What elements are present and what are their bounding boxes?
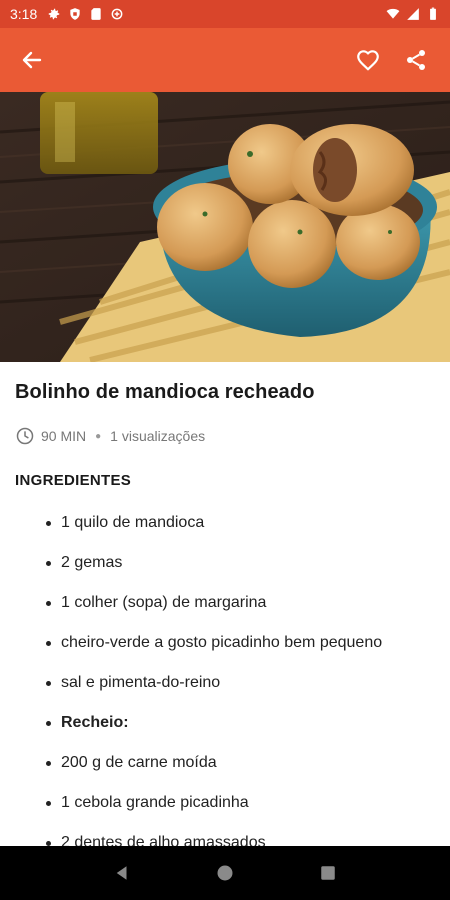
system-status-icons [386,7,440,21]
prep-time: 90 MIN [41,428,87,444]
nav-home-icon[interactable] [216,864,234,882]
list-item: sal e pimenta-do-reino [15,663,435,703]
list-item: cheiro-verde a gosto picadinho bem peque… [15,623,435,663]
ingredients-heading: INGREDIENTES [15,472,132,489]
list-item: 1 colher (sopa) de margarina [15,583,435,623]
status-bar: 3:18 [0,0,450,28]
notification-icons [47,7,124,21]
recipe-content: Bolinho de mandioca recheado 90 MIN ● 1 … [0,362,450,846]
list-item-heading: Recheio: [15,703,435,743]
recipe-photo-illustration [0,92,450,362]
shield-icon [70,8,80,20]
back-button[interactable] [8,36,56,84]
arrow-left-icon [22,51,42,69]
heart-outline-icon [357,50,379,71]
list-item: 2 gemas [15,543,435,583]
view-count: 1 visualizações [110,428,206,444]
list-item: 200 g de carne moída [15,743,435,783]
meta-separator: ● [95,430,102,442]
settings-icon [49,8,60,20]
share-icon [407,50,425,70]
sd-card-icon [91,8,101,20]
system-nav-bar [0,846,450,900]
list-item: 2 dentes de alho amassados [15,823,435,846]
list-item: 1 cebola grande picadinha [15,783,435,823]
recipe-title: Bolinho de mandioca recheado [15,381,315,403]
favorite-button[interactable] [344,36,392,84]
list-item: 1 quilo de mandioca [15,503,435,543]
nav-recents-icon[interactable] [319,864,337,882]
clock-icon [16,427,34,445]
data-saver-icon [111,8,123,20]
ingredients-list: 1 quilo de mandioca 2 gemas 1 colher (so… [15,503,435,846]
recipe-photo [0,92,450,362]
nav-back-icon[interactable] [113,864,131,882]
share-button[interactable] [392,36,440,84]
app-bar [0,28,450,92]
wifi-icon [386,8,400,19]
signal-icon [407,8,419,20]
status-time: 3:18 [10,6,38,22]
recipe-meta: 90 MIN ● 1 visualizações [15,426,435,446]
battery-icon [430,7,436,20]
